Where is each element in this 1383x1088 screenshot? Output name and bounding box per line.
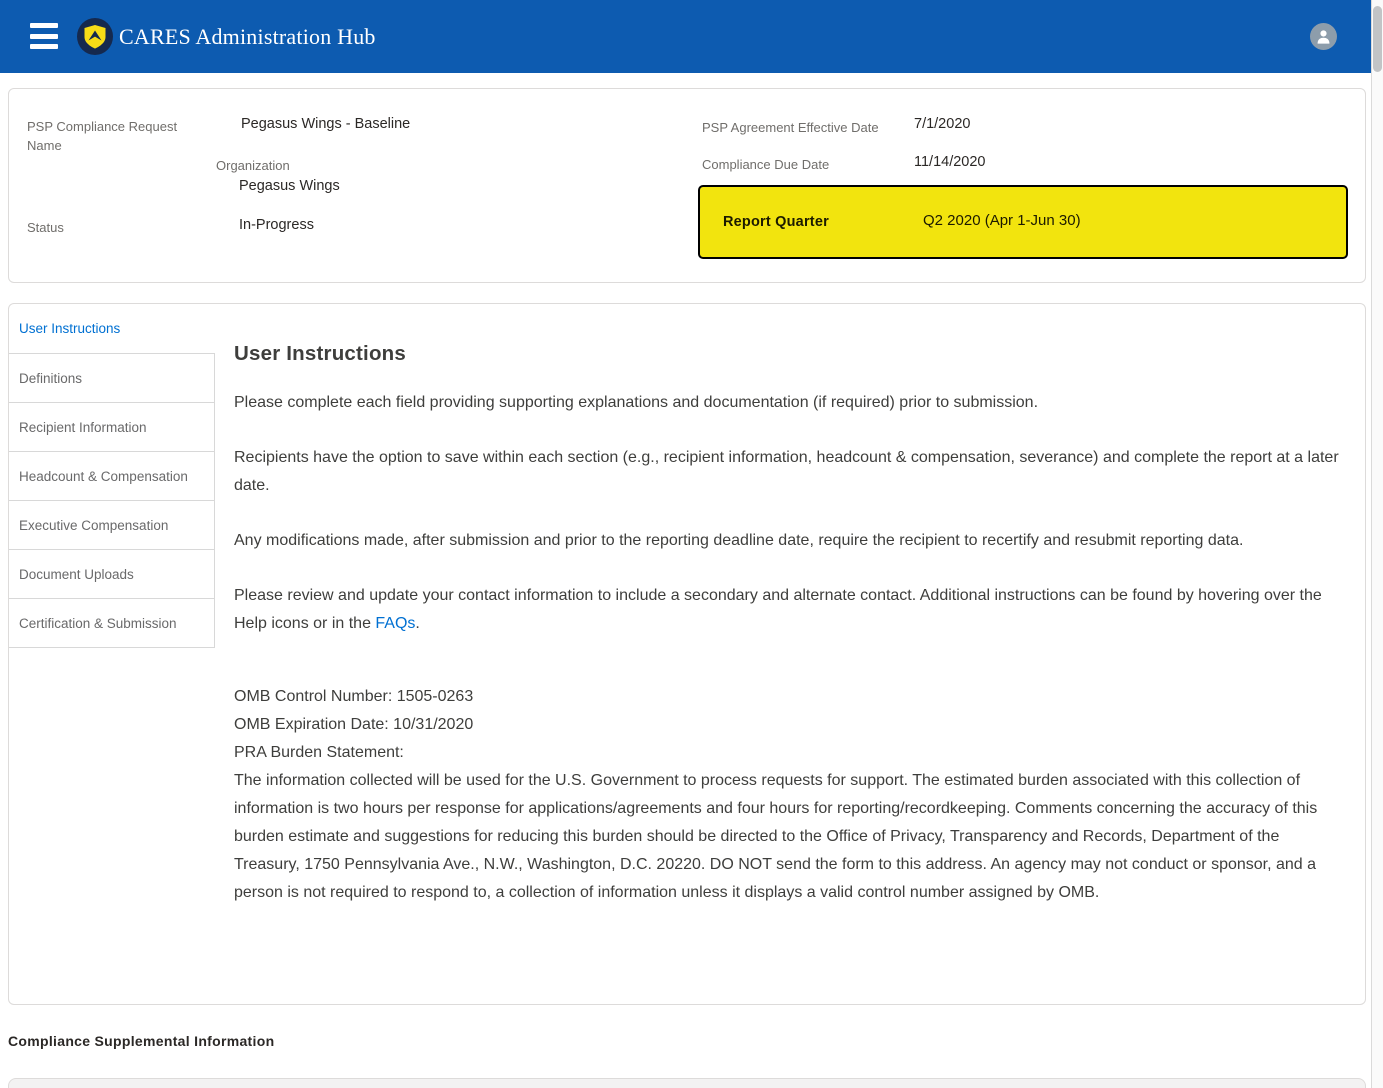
page-scrollbar[interactable] [1371, 0, 1383, 1088]
top-navbar: CARES Administration Hub [0, 0, 1371, 73]
report-sections-card: User Instructions Definitions Recipient … [8, 303, 1366, 1005]
due-date-value: 11/14/2020 [914, 152, 986, 172]
report-quarter-highlight: Report Quarter Q2 2020 (Apr 1-Jun 30) [698, 185, 1348, 259]
status-value: In-Progress [239, 215, 314, 235]
instructions-paragraph-3: Any modifications made, after submission… [234, 527, 1345, 555]
omb-control-number: OMB Control Number: 1505-0263 [234, 688, 473, 705]
status-label: Status [27, 218, 64, 237]
user-avatar[interactable] [1310, 23, 1337, 50]
tab-user-instructions[interactable]: User Instructions [9, 304, 215, 354]
psp-request-name-value: Pegasus Wings - Baseline [241, 114, 410, 134]
organization-label: Organization [216, 156, 290, 175]
tab-definitions[interactable]: Definitions [9, 354, 215, 403]
omb-statement-block: OMB Control Number: 1505-0263 OMB Expira… [234, 683, 1345, 907]
app-title: CARES Administration Hub [119, 0, 376, 73]
compliance-supplemental-title: Compliance Supplemental Information [8, 1033, 274, 1049]
pra-burden-label: PRA Burden Statement: [234, 744, 404, 761]
user-instructions-panel: User Instructions Please complete each f… [215, 304, 1365, 1004]
effective-date-value: 7/1/2020 [914, 114, 970, 134]
tab-recipient-information[interactable]: Recipient Information [9, 403, 215, 452]
tab-document-uploads[interactable]: Document Uploads [9, 550, 215, 599]
report-quarter-value: Q2 2020 (Apr 1-Jun 30) [923, 212, 1081, 229]
report-quarter-label: Report Quarter [723, 214, 829, 230]
due-date-label: Compliance Due Date [702, 155, 829, 174]
instructions-paragraph-4: Please review and update your contact in… [234, 582, 1345, 638]
tab-executive-compensation[interactable]: Executive Compensation [9, 501, 215, 550]
scrollbar-thumb[interactable] [1373, 6, 1382, 72]
psp-request-name-label: PSP Compliance Request Name [27, 117, 202, 155]
menu-icon[interactable] [30, 23, 58, 49]
panel-heading: User Instructions [234, 342, 1345, 366]
organization-value: Pegasus Wings [239, 176, 340, 196]
pra-burden-text: The information collected will be used f… [234, 772, 1317, 901]
faqs-link[interactable]: FAQs [375, 615, 415, 632]
instructions-paragraph-2: Recipients have the option to save withi… [234, 444, 1345, 500]
cares-logo-icon [77, 18, 113, 55]
tab-certification-submission[interactable]: Certification & Submission [9, 599, 215, 648]
omb-expiration-date: OMB Expiration Date: 10/31/2020 [234, 716, 473, 733]
compliance-summary-card: PSP Compliance Request Name Pegasus Wing… [8, 88, 1366, 283]
supplemental-section-bar[interactable] [8, 1078, 1366, 1088]
paragraph-4-period: . [415, 615, 419, 632]
effective-date-label: PSP Agreement Effective Date [702, 118, 879, 137]
tab-headcount-compensation[interactable]: Headcount & Compensation [9, 452, 215, 501]
instructions-paragraph-1: Please complete each field providing sup… [234, 389, 1345, 417]
section-tab-list: User Instructions Definitions Recipient … [9, 304, 215, 1004]
